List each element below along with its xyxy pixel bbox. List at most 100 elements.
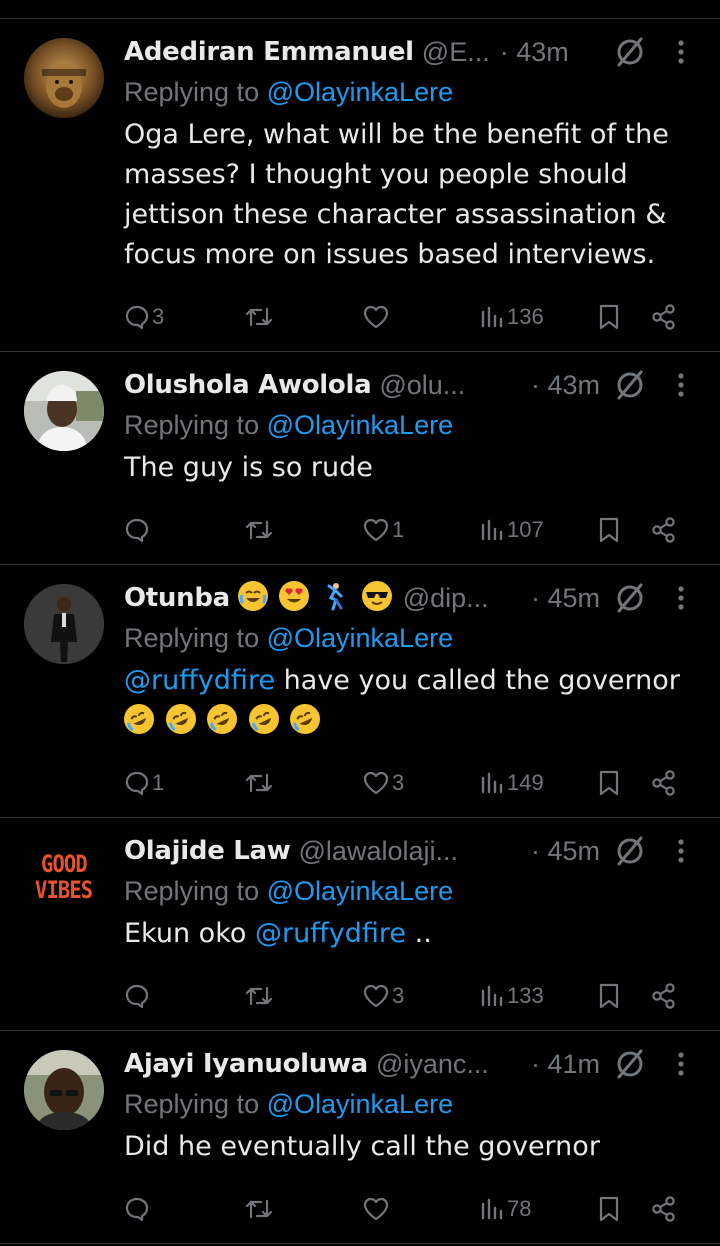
timestamp[interactable]: · 45m [531,831,600,871]
replying-to-mention[interactable]: @OlayinkaLere [267,876,454,906]
reply-button[interactable]: 1 [124,763,164,803]
views-icon [481,1198,503,1220]
bookmark-button[interactable] [596,297,622,337]
rolling-on-floor-laughing-icon [119,699,159,739]
replying-to-mention[interactable]: @OlayinkaLere [267,77,454,107]
bookmark-button[interactable] [596,976,622,1016]
like-button[interactable]: 3 [362,976,404,1016]
like-button[interactable] [362,1189,392,1229]
views-button[interactable]: 107 [479,510,544,550]
display-name[interactable]: Ajayi Iyanuoluwa [124,1044,368,1084]
replying-to-mention[interactable]: @OlayinkaLere [267,623,454,653]
more-options-icon[interactable] [666,32,696,72]
user-handle[interactable]: @lawalolaji... [299,831,458,871]
bookmark-button[interactable] [596,763,622,803]
retweet-icon [245,773,273,793]
display-name[interactable]: Olushola Awolola [124,365,372,405]
heart-icon [363,1197,389,1221]
more-options-icon[interactable] [666,831,696,871]
avatar-text-line: GOOD [41,850,88,878]
replying-to-mention[interactable]: @OlayinkaLere [267,410,454,440]
bookmark-icon [599,983,619,1009]
grok-icon[interactable] [610,578,650,618]
retweet-button[interactable] [244,976,276,1016]
avatar[interactable] [24,371,104,451]
tweet-header: Adediran Emmanuel @E... · 43m [124,32,696,72]
avatar[interactable] [24,1050,104,1130]
display-name[interactable]: Olajide Law [124,831,291,871]
laughing-emojis [119,699,326,739]
replying-to: Replying to @OlayinkaLere [124,876,454,906]
more-options-icon[interactable] [666,1044,696,1084]
retweet-icon [245,520,273,540]
retweet-button[interactable] [244,763,276,803]
share-button[interactable] [650,763,678,803]
reply-tweet[interactable]: Adediran Emmanuel @E... · 43m Replying t… [0,19,720,352]
user-handle[interactable]: @olu... [379,365,465,405]
tweet-text: Ekun oko @ruffydfire .. [124,918,432,949]
replying-to: Replying to @OlayinkaLere [124,410,454,440]
views-button[interactable]: 78 [479,1189,531,1229]
views-icon [481,985,503,1007]
reply-button[interactable] [124,1189,152,1229]
body-mention[interactable]: @ruffydfire [255,918,406,949]
retweet-button[interactable] [244,510,276,550]
name-emojis [237,578,395,618]
views-button[interactable]: 149 [479,763,544,803]
heart-icon [363,771,389,795]
avatar[interactable] [24,584,104,664]
retweet-button[interactable] [244,1189,276,1229]
avatar[interactable]: GOOD VIBES [24,837,104,917]
share-button[interactable] [650,297,678,337]
view-count: 136 [507,304,544,329]
timestamp[interactable]: · 43m [500,32,569,72]
man-selfie-avatar-image [24,1050,104,1130]
tweet-text: The guy is so rude [124,452,373,483]
share-icon [652,304,675,330]
like-button[interactable]: 1 [362,510,404,550]
grok-icon[interactable] [610,32,650,72]
grok-icon[interactable] [610,365,650,405]
reply-button[interactable]: 3 [124,297,164,337]
reply-button[interactable] [124,976,152,1016]
action-bar: 1 3 149 [124,763,696,803]
reply-tweet[interactable]: Otunba @dip... · 45m Replying to @Olayin… [0,565,720,818]
share-button[interactable] [650,1189,678,1229]
share-icon [652,517,675,543]
user-handle[interactable]: @dip... [403,578,489,618]
timestamp[interactable]: · 41m [531,1044,600,1084]
body-mention[interactable]: @ruffydfire [124,665,275,696]
more-options-icon[interactable] [666,578,696,618]
rolling-on-floor-laughing-icon [202,699,243,739]
avatar[interactable] [24,38,104,118]
reply-tweet[interactable]: Ajayi Iyanuoluwa @iyanc... · 41m Replyin… [0,1031,720,1244]
grok-icon[interactable] [610,831,650,871]
timestamp[interactable]: · 43m [531,365,600,405]
tweet-content: Ajayi Iyanuoluwa @iyanc... · 41m Replyin… [124,1044,696,1167]
like-count: 3 [392,983,405,1008]
views-button[interactable]: 136 [479,297,544,337]
reply-button[interactable] [124,510,152,550]
grok-icon[interactable] [610,1044,650,1084]
user-handle[interactable]: @iyanc... [376,1044,489,1084]
share-button[interactable] [650,976,678,1016]
retweet-icon [245,307,273,327]
tweet-content: Olushola Awolola @olu... · 43m Replying … [124,365,696,488]
tweet-header: Olushola Awolola @olu... · 43m [124,365,696,405]
reply-tweet[interactable]: GOOD VIBES Olajide Law @lawalolaji... · … [0,818,720,1031]
bookmark-button[interactable] [596,1189,622,1229]
user-handle[interactable]: @E... [422,32,490,72]
reply-tweet[interactable]: Olushola Awolola @olu... · 43m Replying … [0,352,720,565]
replying-to-mention[interactable]: @OlayinkaLere [267,1089,454,1119]
display-name[interactable]: Otunba [124,578,230,618]
share-button[interactable] [650,510,678,550]
more-options-icon[interactable] [666,365,696,405]
like-button[interactable] [362,297,392,337]
timestamp[interactable]: · 45m [531,578,600,618]
bookmark-button[interactable] [596,510,622,550]
like-button[interactable]: 3 [362,763,404,803]
views-button[interactable]: 133 [479,976,544,1016]
display-name[interactable]: Adediran Emmanuel [124,32,414,72]
heart-icon [363,984,389,1008]
retweet-button[interactable] [244,297,276,337]
